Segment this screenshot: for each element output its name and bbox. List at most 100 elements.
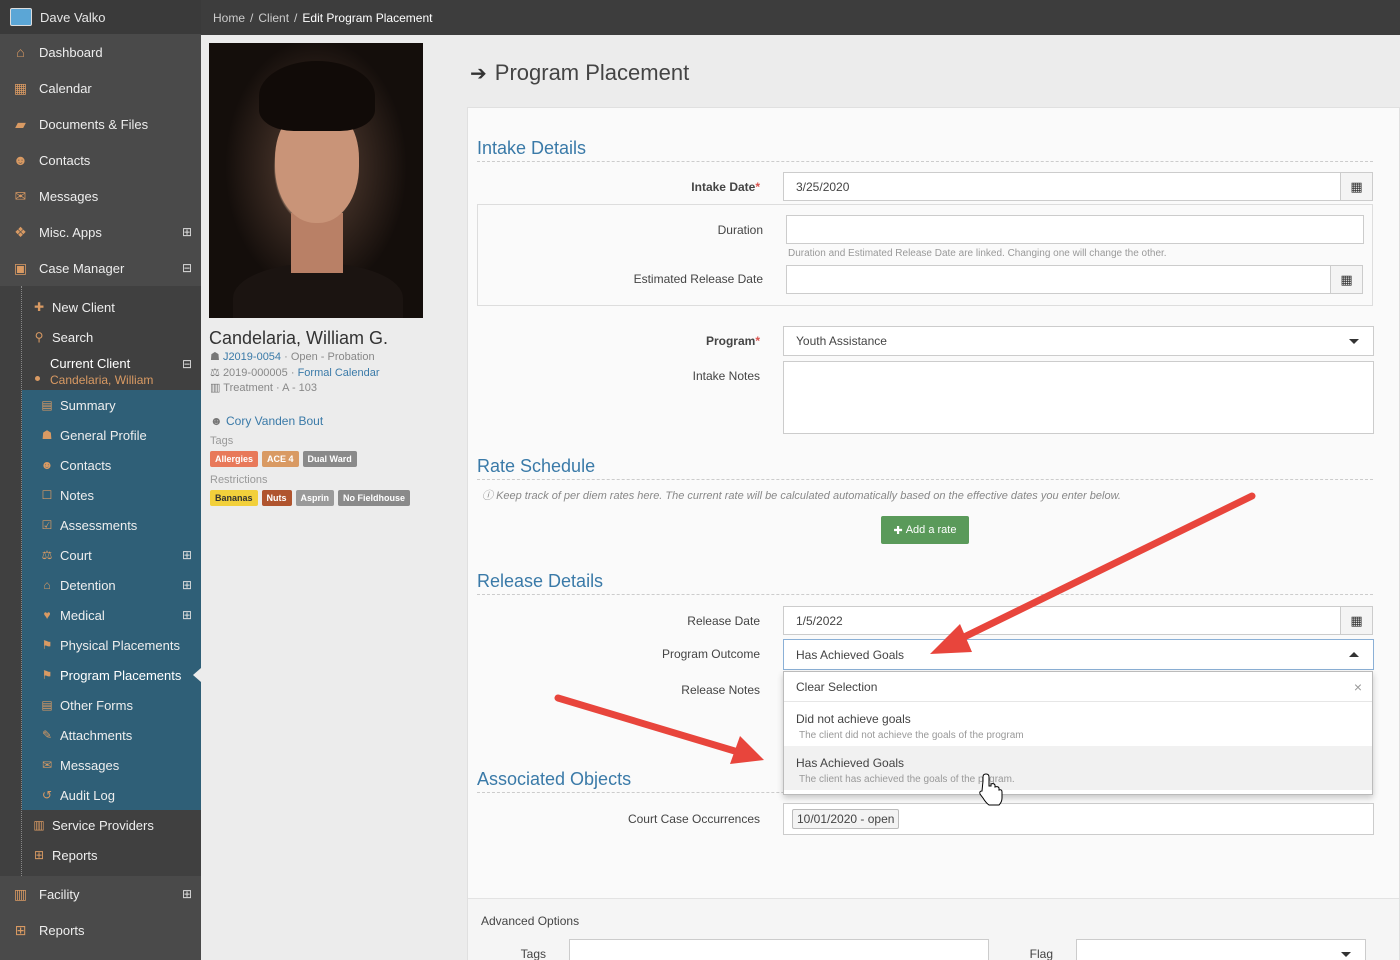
intake-notes-textarea[interactable]	[783, 361, 1374, 434]
sidebar-item-documents[interactable]: ▰ Documents & Files	[0, 106, 201, 142]
scale-icon: ⚖	[210, 367, 220, 379]
sidebar-item-facility[interactable]: ▥ Facility ⊞	[0, 876, 201, 912]
breadcrumb-client[interactable]: Client	[258, 11, 289, 25]
adv-tags-input[interactable]	[569, 939, 989, 960]
release-details-heading: Release Details	[477, 571, 1373, 595]
sidebar-item-calendar[interactable]: ▦ Calendar	[0, 70, 201, 106]
expand-icon[interactable]: ⊞	[182, 887, 192, 901]
sidebar-item-program-placements[interactable]: ⚑ Program Placements	[22, 660, 201, 690]
close-icon[interactable]: ×	[1354, 679, 1362, 695]
case-manager-submenu: ✚ New Client ⚲ Search Current Client Cande…	[0, 286, 201, 876]
chevron-down-icon	[1341, 952, 1351, 957]
user-avatar-icon	[10, 8, 32, 26]
program-outcome-select[interactable]: Has Achieved Goals	[783, 639, 1374, 670]
sidebar-item-summary[interactable]: ▤ Summary	[22, 390, 201, 420]
sidebar-item-new-client[interactable]: ✚ New Client	[22, 292, 201, 322]
sidebar-item-case-reports[interactable]: ⊞ Reports	[22, 840, 201, 870]
sidebar-item-general-profile[interactable]: ☗ General Profile	[22, 420, 201, 450]
client-name: Candelaria, William G.	[209, 328, 389, 348]
collapse-icon[interactable]: ⊟	[182, 357, 192, 371]
restrictions-label: Restrictions	[210, 474, 268, 486]
heart-icon: ♥	[43, 608, 51, 622]
sidebar-item-misc-apps[interactable]: ❖ Misc. Apps ⊞	[0, 214, 201, 250]
home-icon: ⌂	[16, 44, 25, 60]
dropdown-option[interactable]: Did not achieve goals The client did not…	[784, 702, 1372, 746]
tag-badge: ACE 4	[262, 451, 299, 467]
breadcrumb-current: Edit Program Placement	[302, 10, 433, 25]
advanced-options-heading: Advanced Options	[481, 914, 580, 928]
question-circle-icon: ⓘ	[482, 490, 493, 502]
sidebar-item-court[interactable]: ⚖ Court ⊞	[22, 540, 201, 570]
program-outcome-dropdown: Clear Selection × Did not achieve goals …	[783, 671, 1373, 795]
case-id-link[interactable]: J2019-0054	[223, 351, 281, 363]
breadcrumb-home[interactable]: Home	[213, 11, 245, 25]
client-submenu: ▤ Summary ☗ General Profile ☻ Contacts ☐ Not…	[22, 390, 201, 810]
release-notes-label: Release Notes	[681, 683, 760, 697]
release-date-input[interactable]: 1/5/2022	[783, 606, 1341, 635]
sidebar-item-service-providers[interactable]: ▥ Service Providers	[22, 810, 201, 840]
users-icon: ☻	[210, 414, 223, 428]
sidebar-item-messages[interactable]: ✉ Messages	[0, 178, 201, 214]
clear-selection-option[interactable]: Clear Selection ×	[784, 672, 1372, 702]
chevron-down-icon	[1349, 339, 1359, 344]
formal-calendar-link[interactable]: Formal Calendar	[298, 367, 380, 379]
duration-label: Duration	[717, 223, 763, 237]
calendar-icon[interactable]: ▦	[1330, 265, 1363, 294]
sidebar-item-dashboard[interactable]: ⌂ Dashboard	[0, 34, 201, 70]
user-menu[interactable]: Dave Valko	[0, 0, 201, 34]
users-icon: ☻	[40, 458, 54, 472]
collapse-icon[interactable]: ⊟	[182, 261, 192, 275]
sidebar-item-medical[interactable]: ♥ Medical ⊞	[22, 600, 201, 630]
flag-select[interactable]	[1076, 939, 1366, 960]
sidebar-item-attachments[interactable]: ✎ Attachments	[22, 720, 201, 750]
sidebar-item-case-manager[interactable]: ▣ Case Manager ⊟	[0, 250, 201, 286]
flag-icon: ⚑	[41, 668, 53, 682]
intake-date-input[interactable]: 3/25/2020	[783, 172, 1341, 201]
client-court-info: ⚖ 2019-000005 · Formal Calendar	[210, 367, 380, 379]
court-id: 2019-000005	[222, 367, 288, 379]
sidebar-item-other-forms[interactable]: ▤ Other Forms	[22, 690, 201, 720]
intake-details-heading: Intake Details	[477, 138, 1373, 162]
breadcrumb-separator: /	[294, 10, 298, 25]
user-plus-icon: ✚	[33, 300, 45, 314]
expand-icon[interactable]: ⊞	[182, 578, 192, 592]
sidebar-item-audit-log[interactable]: ↺ Audit Log	[22, 780, 201, 810]
add-rate-button[interactable]: ✚ Add a rate	[881, 516, 969, 544]
sidebar-item-detention[interactable]: ⌂ Detention ⊞	[22, 570, 201, 600]
sidebar-item-reports[interactable]: ⊞ Reports	[0, 912, 201, 948]
client-case-info: ☗ J2019-0054 · Open - Probation	[210, 351, 375, 363]
case-worker[interactable]: ☻ Cory Vanden Bout	[210, 414, 323, 428]
flag-icon: ⚑	[41, 638, 53, 652]
folder-icon: ▰	[15, 115, 26, 132]
expand-icon[interactable]: ⊞	[182, 548, 192, 562]
calendar-icon[interactable]: ▦	[1340, 172, 1373, 201]
building-icon: ▥	[210, 382, 221, 394]
plus-icon: ✚	[893, 524, 903, 537]
est-release-input[interactable]	[786, 265, 1331, 294]
sidebar-item-contacts[interactable]: ☻ Contacts	[0, 142, 201, 178]
user-name: Dave Valko	[40, 9, 106, 25]
sidebar-item-search[interactable]: ⚲ Search	[22, 322, 201, 352]
sidebar-item-client-messages[interactable]: ✉ Messages	[22, 750, 201, 780]
program-select[interactable]: Youth Assistance	[783, 326, 1374, 356]
court-occurrence-chip[interactable]: 10/01/2020 - open	[792, 809, 900, 829]
case-status: Open - Probation	[290, 351, 375, 363]
expand-icon[interactable]: ⊞	[182, 608, 192, 622]
scale-icon: ⚖	[41, 548, 53, 562]
current-client[interactable]: Current Client Candelaria, William ⊟	[22, 352, 201, 390]
placement-form: Intake Details Intake Date* 3/25/2020 ▦ …	[467, 107, 1400, 960]
calendar-icon[interactable]: ▦	[1340, 606, 1373, 635]
sidebar-item-client-contacts[interactable]: ☻ Contacts	[22, 450, 201, 480]
expand-icon[interactable]: ⊞	[182, 225, 192, 239]
sidebar-item-assessments[interactable]: ☑ Assessments	[22, 510, 201, 540]
tags-label: Tags	[210, 435, 234, 447]
sidebar-item-notes[interactable]: ☐ Notes	[22, 480, 201, 510]
sidebar-item-physical-placements[interactable]: ⚑ Physical Placements	[22, 630, 201, 660]
court-occurrences-input[interactable]: 10/01/2020 - open	[783, 803, 1374, 835]
user-icon: ☗	[210, 351, 220, 363]
duration-input[interactable]	[786, 215, 1364, 244]
chevron-up-icon	[1349, 651, 1359, 657]
adv-tags-label: Tags	[520, 947, 546, 960]
dropdown-option[interactable]: Has Achieved Goals The client has achiev…	[784, 746, 1372, 790]
duration-help: Duration and Estimated Release Date are …	[788, 248, 1167, 259]
